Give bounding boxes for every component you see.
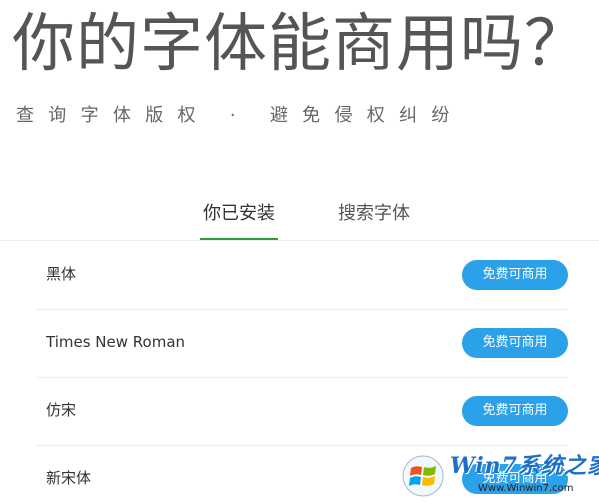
- license-status-button[interactable]: 免费可商用: [462, 396, 568, 426]
- tab-search-fonts[interactable]: 搜索字体: [333, 195, 415, 239]
- license-status-button[interactable]: 免费可商用: [462, 328, 568, 358]
- watermark: Win7系统之家 Www.Winwin7.com: [398, 449, 599, 501]
- watermark-url: Www.Winwin7.com: [478, 483, 574, 494]
- list-item: 仿宋 免费可商用: [36, 377, 568, 446]
- watermark-brand: Win7系统之家: [450, 453, 599, 479]
- windows-logo-icon: [402, 455, 444, 497]
- tab-installed[interactable]: 你已安装: [200, 195, 278, 240]
- page-subtitle: 查询字体版权 · 避免侵权纠纷: [16, 105, 464, 126]
- list-item: Times New Roman 免费可商用: [36, 309, 568, 378]
- font-name: 新宋体: [46, 469, 92, 487]
- font-name: 仿宋: [46, 401, 77, 419]
- font-name: Times New Roman: [46, 333, 186, 351]
- page-title: 你的字体能商用吗？: [12, 7, 588, 80]
- list-item: 黑体 免费可商用: [36, 241, 568, 310]
- tab-bar: 你已安装 搜索字体: [0, 195, 599, 241]
- font-license-page: 你的字体能商用吗？ 查询字体版权 · 避免侵权纠纷 你已安装 搜索字体 黑体 免…: [0, 0, 599, 504]
- font-name: 黑体: [46, 265, 77, 283]
- license-status-button[interactable]: 免费可商用: [462, 260, 568, 290]
